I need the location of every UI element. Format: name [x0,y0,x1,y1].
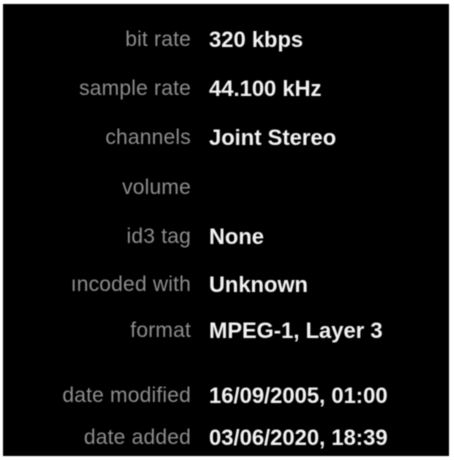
id3-tag-label: id3 tag [126,225,191,248]
date-added-row: date added 03/06/2020, 18:39 [3,418,449,456]
volume-label: volume [122,176,191,199]
channels-row: channels Joint Stereo [3,118,449,158]
date-added-value: 03/06/2020, 18:39 [209,425,388,450]
volume-row: volume [3,168,449,208]
bit-rate-value: 320 kbps [209,27,304,52]
encoded-with-label: ıncoded with [70,273,191,296]
encoded-with-row: ıncoded with Unknown [3,265,449,305]
channels-value: Joint Stereo [209,125,337,150]
id3-tag-row: id3 tag None [3,217,449,257]
bit-rate-row: bit rate 320 kbps [3,20,449,60]
date-added-label: date added [83,426,191,449]
format-label: format [130,319,191,342]
encoded-with-value: Unknown [209,272,308,297]
sample-rate-row: sample rate 44.100 kHz [3,69,449,109]
file-info-panel: bit rate 320 kbps sample rate 44.100 kHz… [3,4,449,456]
date-modified-label: date modified [62,384,191,407]
date-modified-value: 16/09/2005, 01:00 [209,383,388,408]
channels-label: channels [105,126,191,149]
sample-rate-value: 44.100 kHz [209,76,322,101]
sample-rate-label: sample rate [79,77,191,100]
format-row: format MPEG-1, Layer 3 [3,311,449,351]
format-value: MPEG-1, Layer 3 [209,318,383,343]
bit-rate-label: bit rate [125,28,191,51]
id3-tag-value: None [209,224,264,249]
date-modified-row: date modified 16/09/2005, 01:00 [3,376,449,416]
